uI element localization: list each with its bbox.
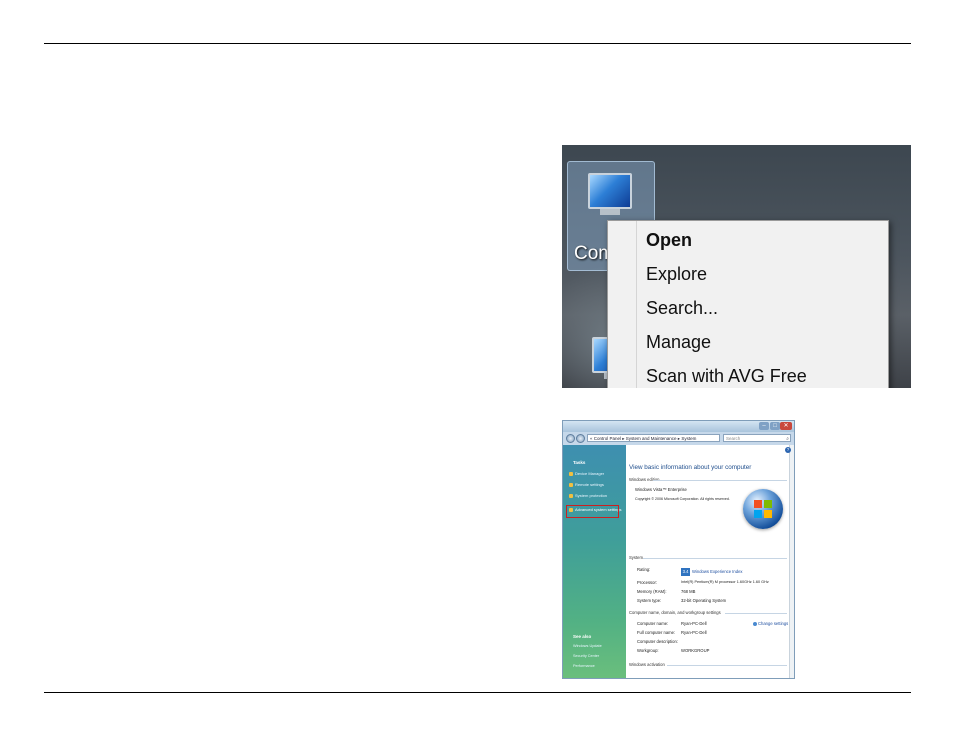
see-also-security-center[interactable]: Security Center — [573, 654, 599, 658]
back-arrow-icon[interactable] — [566, 434, 575, 443]
system-type-label: System type: — [637, 598, 662, 603]
menu-item-open[interactable]: Open — [646, 230, 692, 251]
edition-name: Windows Vista™ Enterprise — [635, 487, 687, 492]
rating-label: Rating: — [637, 567, 651, 572]
top-divider — [44, 43, 911, 44]
workgroup-value: WORKGROUP — [681, 648, 710, 653]
address-bar[interactable]: « Control Panel ▸ System and Maintenance… — [587, 434, 720, 442]
menu-item-manage[interactable]: Manage — [646, 332, 711, 353]
change-settings-link[interactable]: Change settings — [753, 621, 788, 626]
highlight-box — [566, 505, 619, 518]
title-bar: – □ ✕ — [563, 421, 794, 432]
menu-item-scan-avg[interactable]: Scan with AVG Free — [646, 366, 807, 387]
windows-experience-index-link[interactable]: Windows Experience Index — [692, 569, 743, 574]
minimize-button[interactable]: – — [759, 422, 769, 430]
task-system-protection[interactable]: System protection — [569, 493, 607, 498]
page-heading: View basic information about your comput… — [629, 464, 752, 471]
full-computer-name-label: Full computer name: — [637, 630, 676, 635]
navigation-bar: « Control Panel ▸ System and Maintenance… — [563, 432, 794, 445]
help-icon[interactable]: ? — [785, 447, 791, 453]
menu-item-search[interactable]: Search... — [646, 298, 718, 319]
close-button[interactable]: ✕ — [780, 422, 792, 430]
maximize-button[interactable]: □ — [770, 422, 780, 430]
system-window-screenshot: – □ ✕ « Control Panel ▸ System and Maint… — [562, 420, 795, 679]
context-menu: Open Explore Search... Manage Scan with … — [607, 220, 889, 388]
forward-arrow-icon[interactable] — [576, 434, 585, 443]
context-menu-screenshot: Com Open Explore Search... Manage Scan w… — [562, 145, 911, 388]
shield-icon — [753, 621, 757, 626]
search-icon: ⌕ — [786, 436, 789, 442]
copyright-text: Copyright © 2006 Microsoft Corporation. … — [635, 497, 730, 501]
task-remote-settings[interactable]: Remote settings — [569, 482, 604, 487]
see-also-heading: See also — [573, 634, 592, 639]
processor-value: Intel(R) Pentium(R) M processor 1.60GHz … — [681, 580, 769, 584]
computer-name-value: Ryan-PC-Dell — [681, 621, 707, 626]
menu-item-explore[interactable]: Explore — [646, 264, 707, 285]
processor-label: Processor: — [637, 580, 658, 585]
computer-name-label: Computer name: — [637, 621, 669, 626]
section-system: System — [629, 555, 643, 560]
windows-logo — [743, 489, 783, 529]
section-computer-name: Computer name, domain, and workgroup set… — [629, 610, 721, 615]
see-also-windows-update[interactable]: Windows Update — [573, 644, 602, 648]
search-placeholder: Search — [726, 436, 741, 441]
task-device-manager[interactable]: Device Manager — [569, 471, 604, 476]
tasks-heading: Tasks — [573, 460, 586, 465]
section-windows-activation: Windows activation — [629, 662, 665, 667]
search-input[interactable]: Search ⌕ — [723, 434, 791, 442]
computer-description-label: Computer description: — [637, 639, 678, 644]
system-type-value: 32-bit Operating System — [681, 598, 727, 603]
shield-icon — [569, 482, 573, 487]
see-also-performance[interactable]: Performance — [573, 664, 595, 668]
memory-label: Memory (RAM): — [637, 589, 667, 594]
workgroup-label: Workgroup: — [637, 648, 659, 653]
vertical-scrollbar[interactable] — [789, 445, 794, 678]
bottom-divider — [44, 692, 911, 693]
memory-value: 768 MB — [681, 589, 696, 594]
shield-icon — [569, 493, 573, 498]
shield-icon — [569, 471, 573, 476]
full-computer-name-value: Ryan-PC-Dell — [681, 630, 707, 635]
rating-badge[interactable]: 3.4 — [681, 568, 690, 576]
